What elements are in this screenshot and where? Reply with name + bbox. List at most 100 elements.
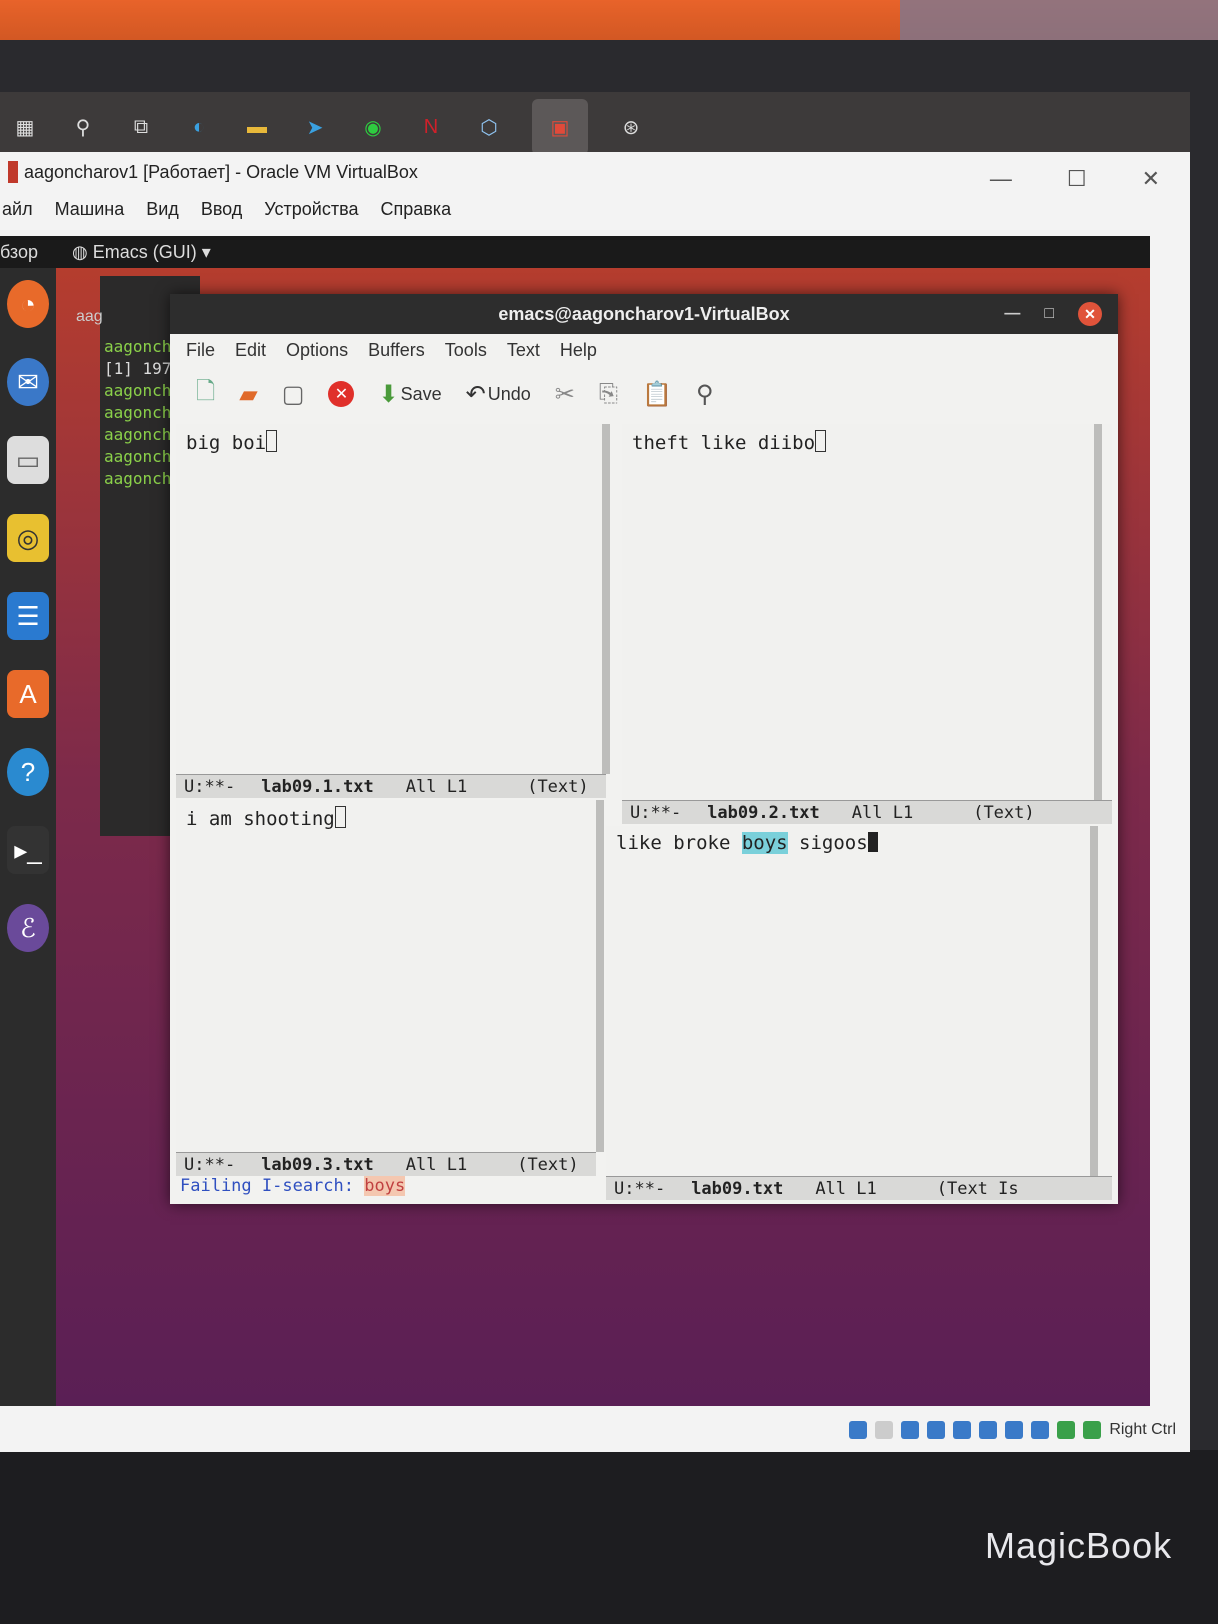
emacs-maximize-icon[interactable]: □ [1044,305,1054,323]
emacs-icon[interactable]: ℰ [7,904,49,952]
close-buffer-icon[interactable]: ✕ [328,381,355,407]
mode-line-buffer: lab09.2.txt [707,802,820,823]
software-icon[interactable]: A [7,670,49,718]
window-bottom-left[interactable]: i am shooting U:**- lab09.3.txt All L1 (Tex… [176,800,604,1176]
window-top-right[interactable]: theft like diibo U:**- lab09.2.txt All L1 (… [622,424,1112,824]
terminal-icon[interactable]: ▸_ [7,826,49,874]
dired-icon[interactable]: ▢ [282,380,305,409]
cursor [867,832,878,852]
undo-button[interactable]: ↶ Undo [466,380,531,409]
mode-line-buffer: lab09.3.txt [261,1154,374,1175]
virtualbox-statusbar: Right Ctrl [656,1408,1190,1452]
emacs-menu-options[interactable]: Options [286,340,348,361]
thunderbird-icon[interactable]: ✉ [7,358,49,406]
scrollbar[interactable] [1090,826,1098,1176]
copy-icon[interactable]: ⎘ [599,380,618,408]
terminal-title: aag [76,308,103,325]
laptop-brand: MagicBook [985,1525,1173,1566]
menu-help[interactable]: Справка [380,199,451,220]
mode-line-mode: (Text Is [936,1178,1019,1199]
menu-machine[interactable]: Машина [55,199,125,220]
mouse-integration-icon [1083,1421,1102,1439]
paste-icon[interactable]: 📋 [642,380,672,409]
emacs-menu-tools[interactable]: Tools [445,340,487,361]
gnome-top-bar: бзор ◍ Emacs (GUI) ▾ [0,236,1150,268]
file-explorer-icon[interactable]: ▬ [242,112,272,142]
maximize-icon[interactable]: ☐ [1067,166,1087,192]
buffer-text: theft like diibo [632,432,816,454]
emacs-frame: emacs@aagoncharov1-VirtualBox — □ ✕ File… [170,294,1118,1204]
edge-icon[interactable]: ◐ [184,112,214,142]
emacs-minimize-icon[interactable]: — [1004,305,1020,323]
firefox-icon[interactable]: ◔ [7,280,49,328]
scrollbar[interactable] [602,424,610,774]
files-icon[interactable]: ▭ [7,436,49,484]
mode-line-status: U:**- [630,802,682,823]
spotify-icon[interactable]: ◉ [358,112,388,142]
cut-icon[interactable]: ✂ [555,380,575,409]
menu-devices[interactable]: Устройства [264,199,358,220]
mode-line-status: U:**- [184,776,236,797]
help-icon[interactable]: ? [7,748,49,796]
cursor [334,806,346,828]
new-file-icon[interactable]: 🗋 [196,374,215,415]
github-icon[interactable]: ⊛ [616,112,646,142]
undo-label: Undo [487,383,531,404]
rhythmbox-icon[interactable]: ◎ [7,514,49,562]
netflix-icon[interactable]: N [416,112,446,142]
buffer-text: sigoos [787,832,868,854]
mode-line-buffer: lab09.1.txt [261,776,374,797]
scrollbar[interactable] [1094,424,1102,800]
telegram-icon[interactable]: ➤ [300,112,330,142]
task-view-icon[interactable]: ⧉ [126,112,156,142]
minimize-icon[interactable]: — [990,166,1012,192]
virtualbox-title: aagoncharov1 [Работает] - Oracle VM Virt… [24,161,418,182]
mode-line-position: All L1 [851,802,914,823]
virtualbox-running-icon[interactable]: ▣ [532,99,588,155]
search-icon[interactable]: ⚲ [696,380,714,409]
start-icon[interactable]: ▦ [10,112,40,142]
scrollbar[interactable] [596,800,604,1152]
window-bottom-right[interactable]: like broke boys sigoos U:**- lab09.txt All… [606,826,1112,1200]
emacs-title: emacs@aagoncharov1-VirtualBox [498,303,790,324]
search-match: boys [741,832,788,854]
virtualbox-cube-icon[interactable]: ⬡ [474,112,504,142]
network-icon [927,1421,946,1439]
mode-line-position: All L1 [815,1178,877,1199]
emacs-menu-text[interactable]: Text [507,340,540,361]
close-icon[interactable]: ✕ [1142,166,1160,192]
mode-line-position: All L1 [405,776,468,797]
mode-line-mode: (Text) [973,802,1035,823]
virtualbox-app-icon [8,161,18,183]
emacs-menu-help[interactable]: Help [560,340,597,361]
recording-icon [1031,1421,1050,1439]
emacs-menu-file[interactable]: File [186,340,215,361]
emacs-menu-buffers[interactable]: Buffers [368,340,425,361]
buffer-text: like broke [616,832,742,854]
menu-file[interactable]: айл [2,199,33,220]
writer-icon[interactable]: ☰ [7,592,49,640]
mode-line: U:**- lab09.3.txt All L1 (Text) [176,1152,596,1176]
ubuntu-dock: ◔ ✉ ▭ ◎ ☰ A ? ▸_ ℰ [0,268,56,1406]
app-menu[interactable]: ◍ Emacs (GUI) ▾ [72,242,211,263]
window-top-left[interactable]: big boi U:**- lab09.1.txt All L1 (Text) [176,424,610,798]
emacs-close-icon[interactable]: ✕ [1078,302,1102,326]
menu-view[interactable]: Вид [146,199,179,220]
activities-button[interactable]: бзор [0,242,38,263]
display-icon [1005,1421,1024,1439]
cursor [815,430,827,452]
search-icon[interactable]: ⚲ [68,112,98,142]
menu-input[interactable]: Ввод [201,199,242,220]
minibuffer[interactable]: Failing I-search: boys [176,1176,640,1200]
save-button[interactable]: ⬇ Save [378,380,441,409]
save-label: Save [400,383,442,404]
open-folder-icon[interactable]: ▰ [239,380,257,409]
emacs-toolbar: 🗋 ▰ ▢ ✕ ⬇ Save ↶ Undo ✂ ⎘ 📋 ⚲ [170,366,1118,422]
audio-icon [901,1421,920,1439]
emacs-menu-edit[interactable]: Edit [235,340,266,361]
emacs-window-controls: — □ ✕ [1004,302,1102,326]
virtualbox-window: aagoncharov1 [Работает] - Oracle VM Virt… [0,152,1190,1452]
shared-folders-icon [979,1421,998,1439]
usb-icon [953,1421,972,1439]
mode-line-mode: (Text) [517,1154,579,1175]
